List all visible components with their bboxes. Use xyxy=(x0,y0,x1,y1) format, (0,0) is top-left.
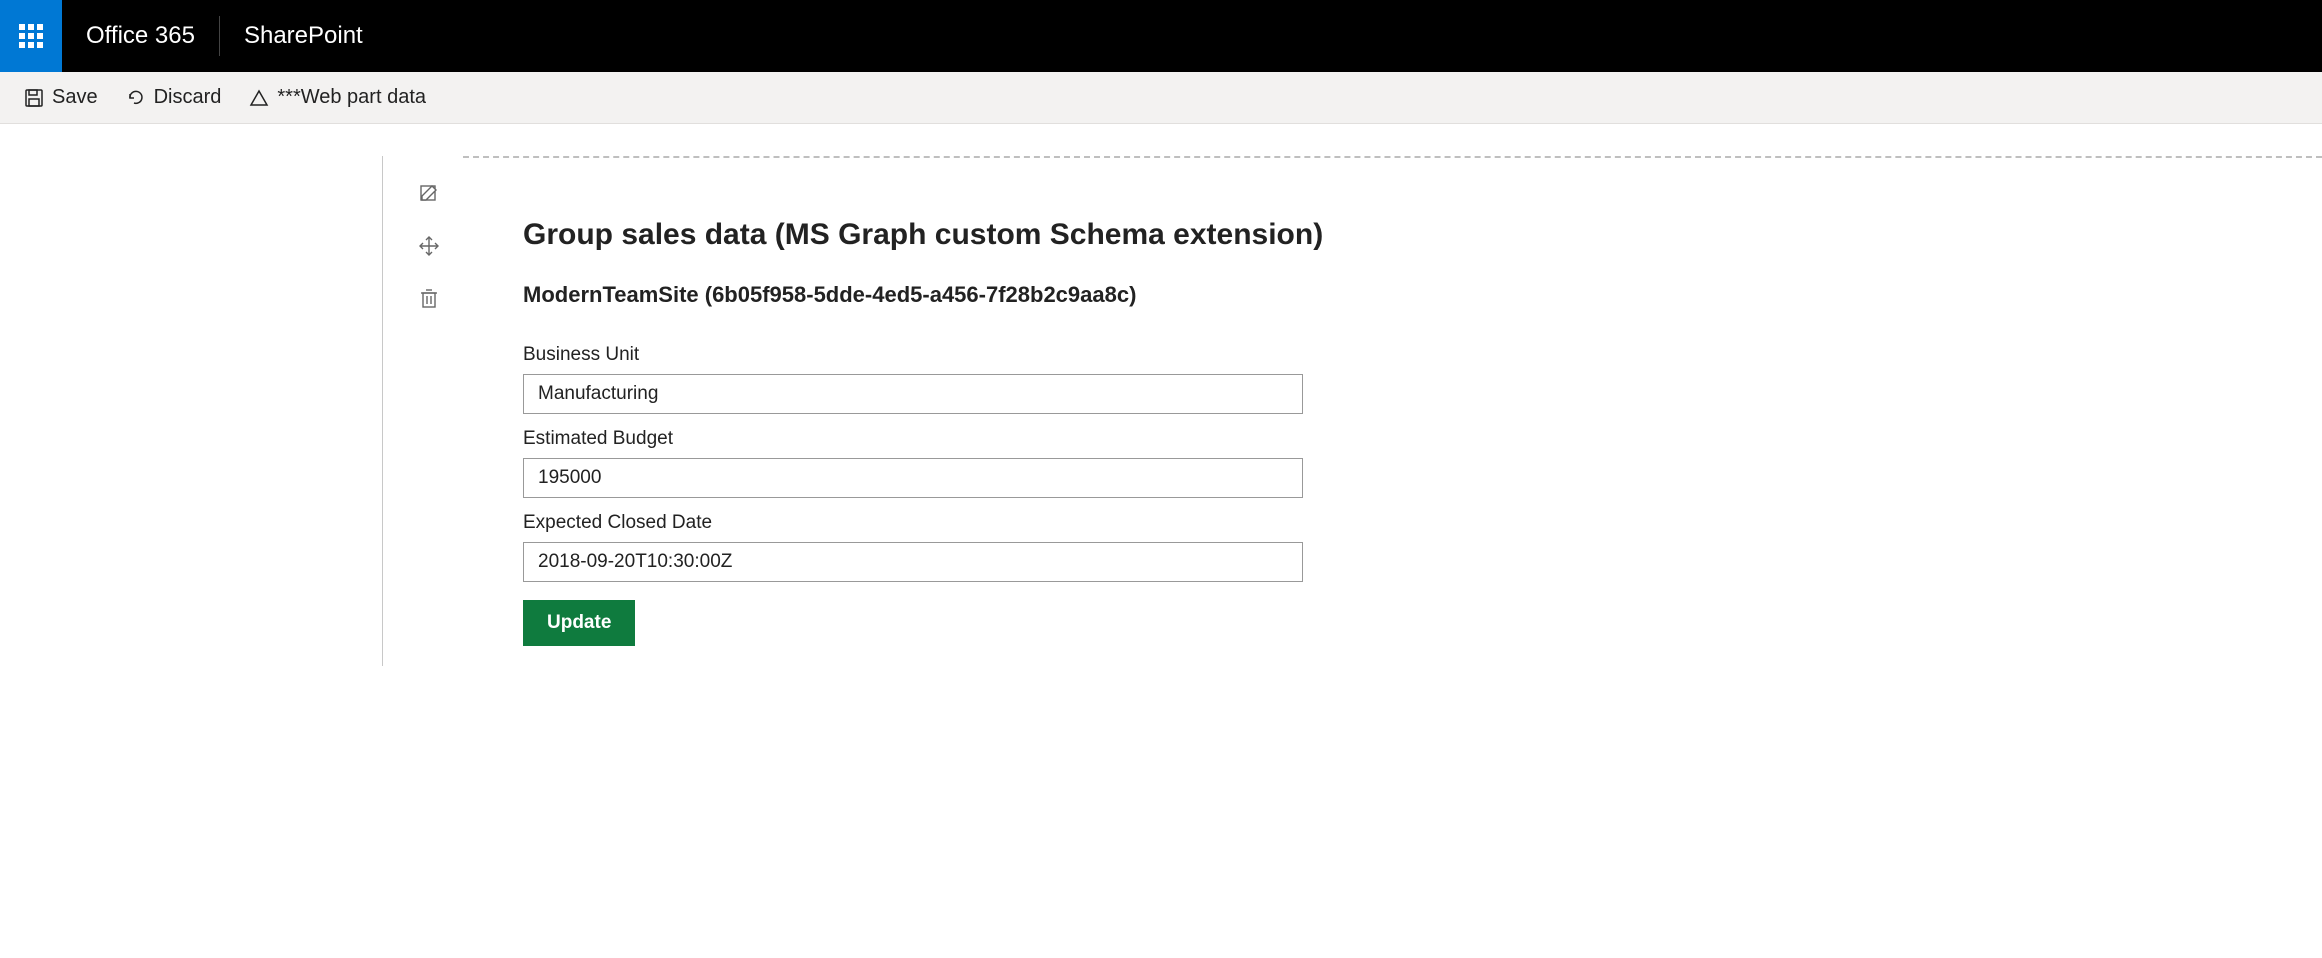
discard-label: Discard xyxy=(154,86,222,109)
webpart-data-button[interactable]: ***Web part data xyxy=(249,86,426,109)
edit-webpart-button[interactable] xyxy=(415,180,443,208)
triangle-icon xyxy=(249,88,269,108)
estimated-budget-input[interactable] xyxy=(523,458,1303,498)
webpart-subtitle: ModernTeamSite (6b05f958-5dde-4ed5-a456-… xyxy=(523,282,1683,308)
page-zone: Group sales data (MS Graph custom Schema… xyxy=(0,124,2322,666)
expected-closed-date-input[interactable] xyxy=(523,542,1303,582)
brand-link[interactable]: Office 365 xyxy=(62,0,219,72)
waffle-icon xyxy=(19,24,43,48)
trash-icon xyxy=(418,287,440,309)
edit-icon xyxy=(418,183,440,205)
field-estimated-budget: Estimated Budget xyxy=(523,428,1683,498)
discard-button[interactable]: Discard xyxy=(126,86,222,109)
command-bar: Save Discard ***Web part data xyxy=(0,72,2322,124)
update-button[interactable]: Update xyxy=(523,600,635,646)
canvas: Group sales data (MS Graph custom Schema… xyxy=(382,156,2322,666)
estimated-budget-label: Estimated Budget xyxy=(523,428,1683,450)
suite-bar: Office 365 SharePoint xyxy=(0,0,2322,72)
field-expected-closed-date: Expected Closed Date xyxy=(523,512,1683,582)
app-launcher[interactable] xyxy=(0,0,62,72)
field-business-unit: Business Unit xyxy=(523,344,1683,414)
webpart-title: Group sales data (MS Graph custom Schema… xyxy=(523,218,1683,252)
save-button[interactable]: Save xyxy=(24,86,98,109)
webpart-content: Group sales data (MS Graph custom Schema… xyxy=(523,158,1723,666)
webpart-data-label: ***Web part data xyxy=(277,86,426,109)
business-unit-label: Business Unit xyxy=(523,344,1683,366)
save-icon xyxy=(24,88,44,108)
save-label: Save xyxy=(52,86,98,109)
business-unit-input[interactable] xyxy=(523,374,1303,414)
move-webpart-button[interactable] xyxy=(415,232,443,260)
undo-icon xyxy=(126,88,146,108)
product-link[interactable]: SharePoint xyxy=(220,0,387,72)
move-icon xyxy=(418,235,440,257)
left-gutter xyxy=(0,156,382,666)
webpart-toolbar xyxy=(407,180,451,312)
expected-closed-date-label: Expected Closed Date xyxy=(523,512,1683,534)
delete-webpart-button[interactable] xyxy=(415,284,443,312)
